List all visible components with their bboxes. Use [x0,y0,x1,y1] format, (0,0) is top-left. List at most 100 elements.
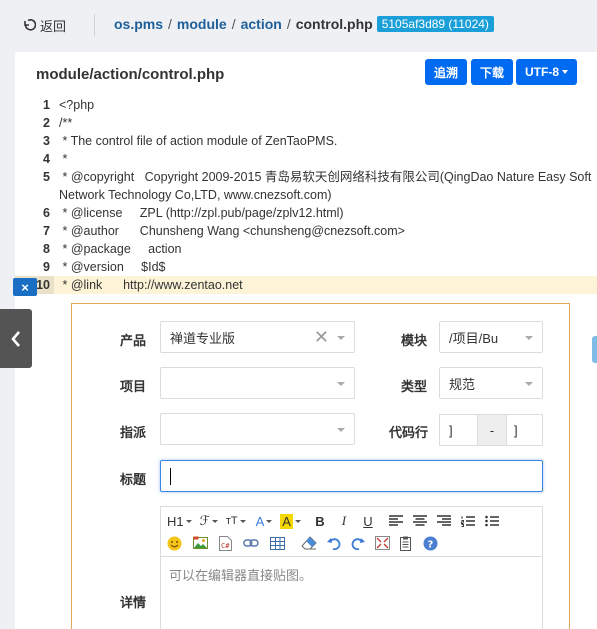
codeline-end-input[interactable]: ] [507,415,542,445]
codeline-separator: - [477,415,507,445]
chevron-down-icon [294,519,301,523]
chevron-down-icon [525,336,533,340]
top-bar: 返回 os.pms / module / action / control.ph… [0,0,597,50]
font-family-button[interactable]: ℱ [200,511,218,531]
code-line[interactable]: 1 <?php [15,96,597,114]
heading-button[interactable]: H1 [167,511,192,531]
chevron-down-icon [266,519,273,523]
font-color-button[interactable]: A [256,511,273,531]
code-line[interactable]: 8 * @package action [15,240,597,258]
line-number: 6 [43,206,50,220]
line-number: 4 [43,152,50,166]
align-left-icon[interactable] [388,511,403,531]
toolbar-row: H1 ℱ тT A A B I U [167,510,503,532]
type-select[interactable]: 规范 [439,367,543,399]
line-text: * @license ZPL (http://zpl.pub/page/zplv… [59,206,344,220]
encoding-label: UTF-8 [525,65,559,79]
emoticon-icon[interactable] [167,533,182,553]
font-size-icon: тT [225,515,238,527]
align-center-icon[interactable] [412,511,427,531]
type-value: 规范 [449,376,476,392]
breadcrumb: os.pms / module / action / control.php 5… [114,16,494,32]
project-label: 项目 [120,379,147,394]
bug-form: 产品 禅道专业版 ✕ 模块 /项目/Bu 项目 类型 规范 指派 代码行 ] -… [71,303,570,629]
project-select[interactable] [160,367,355,399]
line-text: * @version $Id$ [59,260,166,274]
code-view: 1 <?php 2 /** 3 * The control file of acti… [15,96,597,294]
italic-button[interactable]: I [337,511,351,531]
detail-label: 详情 [120,595,147,610]
breadcrumb-separator: / [168,16,172,32]
back-button[interactable]: 返回 [22,15,66,35]
code-line[interactable]: 2 /** [15,114,597,132]
code-line[interactable]: 5 * @copyright Copyright 2009-2015 青岛易软天… [15,168,597,204]
code-line[interactable]: 7 * @author Chunsheng Wang <chunsheng@cn… [15,222,597,240]
type-label: 类型 [401,379,428,394]
line-number: 3 [43,134,50,148]
chevron-down-icon [337,382,345,386]
line-number: 9 [43,260,50,274]
line-text: <?php [59,98,95,112]
bold-button[interactable]: B [313,511,327,531]
line-number: 7 [43,224,50,238]
line-text: * @package action [59,242,182,256]
module-select[interactable]: /项目/Bu [439,321,543,353]
code-block-icon[interactable]: C# [219,533,232,553]
title-input[interactable] [160,460,543,492]
product-select[interactable]: 禅道专业版 ✕ [160,321,355,353]
ordered-list-icon[interactable] [461,511,475,531]
assign-select[interactable] [160,413,355,445]
back-arrow-icon [24,19,36,31]
close-comment-button[interactable]: × [13,278,37,296]
breadcrumb-module[interactable]: module [177,16,227,32]
underline-button[interactable]: U [361,511,375,531]
code-line[interactable]: 9 * @version $Id$ [15,258,597,276]
chevron-left-icon [11,330,20,347]
background-color-button[interactable]: A [280,511,301,531]
product-value: 禅道专业版 [170,330,236,346]
line-number: 2 [43,116,50,130]
redo-icon[interactable] [351,533,365,553]
line-number: 5 [43,170,50,184]
chevron-down-icon [211,519,218,523]
line-text: * @link http://www.zentao.net [59,278,243,292]
svg-text:?: ? [428,539,434,550]
blame-button[interactable]: 追溯 [425,59,467,85]
editor-toolbar: H1 ℱ тT A A B I U C# ? [161,507,542,557]
unordered-list-icon[interactable] [485,511,499,531]
clear-icon[interactable]: ✕ [314,328,329,346]
chevron-down-icon [562,70,568,74]
help-icon[interactable]: ? [423,533,438,553]
line-text: * @author Chunsheng Wang <chunsheng@cnez… [59,224,405,238]
line-text: * [59,152,68,166]
breadcrumb-repo[interactable]: os.pms [114,16,163,32]
encoding-dropdown[interactable]: UTF-8 [516,59,577,85]
chevron-down-icon [337,336,345,340]
paste-icon[interactable] [400,533,413,553]
code-line[interactable]: 6 * @license ZPL (http://zpl.pub/page/zp… [15,204,597,222]
chevron-down-icon [337,428,345,432]
codeline-start-input[interactable]: ] [440,415,477,445]
fullscreen-icon[interactable] [375,533,390,553]
assign-label: 指派 [120,425,147,440]
image-icon[interactable] [193,533,208,553]
breadcrumb-action[interactable]: action [241,16,282,32]
align-right-icon[interactable] [436,511,451,531]
breadcrumb-separator: / [231,16,236,32]
breadcrumb-separator: / [286,16,291,32]
code-line-selected[interactable]: 10 * @link http://www.zentao.net [15,276,597,294]
eraser-icon[interactable] [301,533,317,553]
rich-text-editor[interactable]: H1 ℱ тT A A B I U C# ? 可以在编辑器直接贴图。 [160,506,543,629]
font-family-icon: ℱ [199,513,210,528]
link-icon[interactable] [243,533,259,553]
undo-icon[interactable] [327,533,341,553]
table-icon[interactable] [270,533,285,553]
download-button[interactable]: 下载 [471,59,513,85]
code-line[interactable]: 3 * The control file of action module of… [15,132,597,150]
revision-badge: 5105af3d89 (11024) [376,16,494,32]
code-line[interactable]: 4 * [15,150,597,168]
line-text: * @copyright Copyright 2009-2015 青岛易软天创网… [59,170,595,202]
side-tab-handle[interactable] [592,336,597,363]
prev-page-button[interactable] [0,309,32,368]
font-size-button[interactable]: тT [226,511,246,531]
